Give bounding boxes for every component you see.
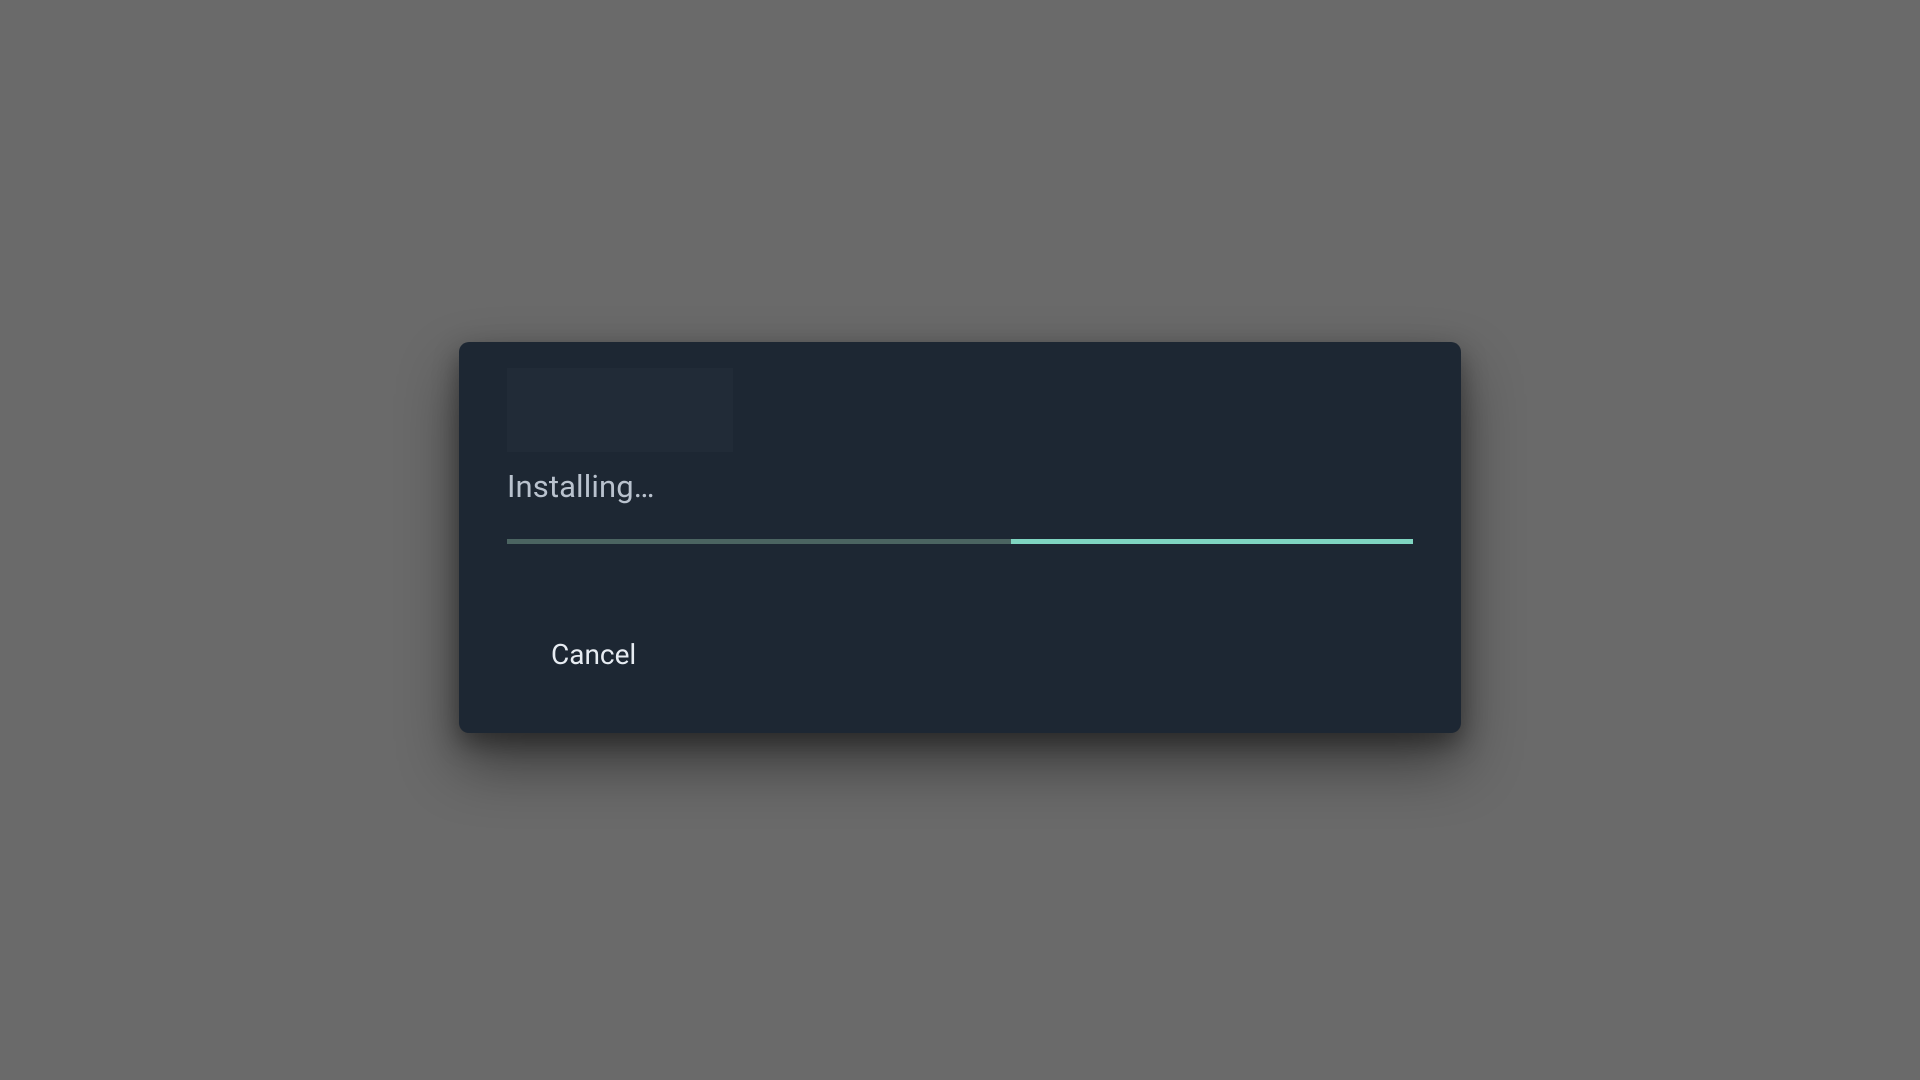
install-status-text: Installing…: [507, 468, 1413, 505]
install-progress-bar: [507, 539, 1413, 544]
progress-indicator-segment: [1011, 539, 1413, 544]
app-icon-placeholder: [507, 368, 733, 452]
install-dialog: Installing… Cancel: [459, 342, 1461, 733]
cancel-button[interactable]: Cancel: [507, 620, 678, 689]
